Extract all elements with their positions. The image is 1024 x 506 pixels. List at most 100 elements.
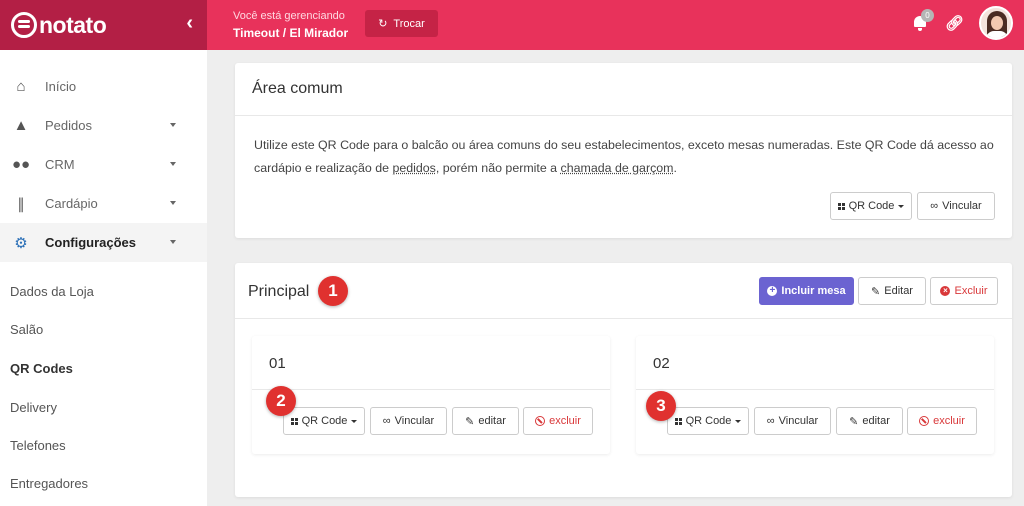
- caret-down-icon: [170, 201, 176, 205]
- table-excluir-button[interactable]: excluir: [907, 407, 977, 435]
- refresh-icon: ↻: [378, 18, 388, 30]
- desc-text: .: [673, 161, 677, 175]
- sidebar-item-label: Cardápio: [45, 196, 98, 211]
- qr-code-icon: [674, 417, 682, 425]
- notato-logo-icon: [11, 12, 37, 38]
- edit-icon: ✎: [849, 415, 859, 428]
- sidebar-subitem-salao[interactable]: Salão: [10, 322, 43, 337]
- area-comum-qr-code-button[interactable]: QR Code: [830, 192, 912, 220]
- area-comum-vincular-button[interactable]: ∞ Vincular: [917, 192, 995, 220]
- sidebar-subitem-qr-codes[interactable]: QR Codes: [10, 361, 73, 376]
- ban-icon: [919, 416, 930, 426]
- notifications-count: 0: [921, 9, 934, 22]
- sidebar-subitem-dados-da-loja[interactable]: Dados da Loja: [10, 284, 94, 299]
- button-label: QR Code: [848, 200, 895, 212]
- sidebar-item-inicio[interactable]: ⌂ Início: [0, 67, 207, 106]
- sidebar: ⌂ Início ▲ Pedidos ●● CRM ∥ Cardápio ⚙︎ …: [0, 50, 207, 506]
- user-avatar[interactable]: [979, 6, 1013, 40]
- table-card-01: 01 QR Code ∞ Vincular ✎ editar excluir: [252, 336, 610, 454]
- sidebar-subitem-telefones[interactable]: Telefones: [10, 438, 66, 453]
- ban-icon: [535, 416, 546, 426]
- button-label: QR Code: [301, 415, 348, 427]
- button-label: excluir: [933, 415, 965, 427]
- table-number: 02: [653, 355, 670, 372]
- sidebar-item-pedidos[interactable]: ▲ Pedidos: [0, 106, 207, 145]
- plus-circle-icon: +: [767, 286, 778, 296]
- excluir-button[interactable]: × Excluir: [930, 277, 998, 305]
- link-icon[interactable]: 🔗︎: [945, 14, 964, 32]
- button-label: editar: [478, 415, 506, 427]
- table-editar-button[interactable]: ✎ editar: [836, 407, 903, 435]
- sidebar-item-configuracoes[interactable]: ⚙︎ Configurações: [0, 223, 207, 262]
- button-label: excluir: [549, 415, 581, 427]
- caret-down-icon: [735, 419, 742, 423]
- sidebar-item-label: Pedidos: [45, 118, 92, 133]
- divider: [235, 115, 1012, 116]
- button-label: Vincular: [394, 415, 435, 427]
- principal-title: Principal: [248, 283, 310, 300]
- sidebar-item-crm[interactable]: ●● CRM: [0, 145, 207, 184]
- times-circle-icon: ×: [940, 286, 951, 296]
- caret-down-icon: [170, 162, 176, 166]
- table-vincular-button[interactable]: ∞ Vincular: [370, 407, 447, 435]
- store-context: Você está gerenciando Timeout / El Mirad…: [233, 10, 348, 40]
- divider: [252, 389, 610, 390]
- divider: [235, 318, 1012, 319]
- bell-icon: ▲: [13, 117, 29, 134]
- link-icon: ∞: [382, 415, 391, 427]
- button-label: Incluir mesa: [781, 285, 846, 297]
- area-comum-title: Área comum: [252, 80, 343, 97]
- caret-down-icon: [351, 419, 358, 423]
- table-qr-code-button[interactable]: QR Code: [667, 407, 749, 435]
- annotation-marker-3: 3: [646, 391, 676, 421]
- sidebar-subitem-entregadores[interactable]: Entregadores: [10, 476, 88, 491]
- utensils-icon: ∥: [17, 195, 25, 213]
- store-name: Timeout / El Mirador: [233, 26, 349, 40]
- incluir-mesa-button[interactable]: + Incluir mesa: [759, 277, 854, 305]
- sidebar-item-label: Configurações: [45, 235, 137, 250]
- table-number: 01: [269, 355, 286, 372]
- sidebar-item-cardapio[interactable]: ∥ Cardápio: [0, 184, 207, 223]
- table-editar-button[interactable]: ✎ editar: [452, 407, 519, 435]
- brand-name: notato: [39, 11, 107, 38]
- desc-text: , porém não permite a: [435, 161, 561, 175]
- area-comum-description: Utilize este QR Code para o balcão ou ár…: [254, 134, 994, 180]
- chevron-left-icon[interactable]: ‹: [186, 12, 193, 35]
- area-comum-card: Área comum Utilize este QR Code para o b…: [235, 63, 1012, 238]
- table-vincular-button[interactable]: ∞ Vincular: [754, 407, 831, 435]
- chamada-garcom-link[interactable]: chamada de garçom: [561, 161, 674, 175]
- pedidos-link[interactable]: pedidos: [392, 161, 435, 175]
- swap-label: Trocar: [393, 17, 425, 30]
- caret-down-icon: [170, 123, 176, 127]
- edit-icon: ✎: [871, 285, 881, 298]
- edit-icon: ✎: [465, 415, 475, 428]
- top-bar: Você está gerenciando Timeout / El Mirad…: [207, 0, 1024, 50]
- sidebar-subitem-delivery[interactable]: Delivery: [10, 400, 57, 415]
- gear-icon: ⚙︎: [14, 234, 28, 252]
- principal-section-card: Principal + Incluir mesa ✎ Editar × Excl…: [235, 263, 1012, 497]
- button-label: Editar: [884, 285, 913, 297]
- sidebar-item-label: Início: [45, 79, 77, 94]
- divider: [636, 389, 994, 390]
- brand-bar: notato ‹: [0, 0, 207, 50]
- link-icon: ∞: [930, 200, 939, 212]
- users-icon: ●●: [11, 156, 31, 173]
- qr-code-icon: [837, 202, 845, 210]
- table-excluir-button[interactable]: excluir: [523, 407, 593, 435]
- caret-down-icon: [898, 204, 905, 208]
- caret-down-icon: [170, 240, 176, 244]
- table-qr-code-button[interactable]: QR Code: [283, 407, 365, 435]
- home-icon: ⌂: [16, 78, 26, 95]
- annotation-marker-1: 1: [318, 276, 348, 306]
- button-label: Vincular: [942, 200, 982, 212]
- annotation-marker-2: 2: [266, 386, 296, 416]
- qr-code-icon: [290, 417, 298, 425]
- managing-label: Você está gerenciando: [233, 10, 345, 22]
- button-label: Vincular: [778, 415, 819, 427]
- swap-store-button[interactable]: ↻ Trocar: [365, 10, 438, 37]
- editar-button[interactable]: ✎ Editar: [858, 277, 926, 305]
- sidebar-item-label: CRM: [45, 157, 75, 172]
- link-icon: ∞: [766, 415, 775, 427]
- button-label: editar: [862, 415, 890, 427]
- button-label: QR Code: [685, 415, 732, 427]
